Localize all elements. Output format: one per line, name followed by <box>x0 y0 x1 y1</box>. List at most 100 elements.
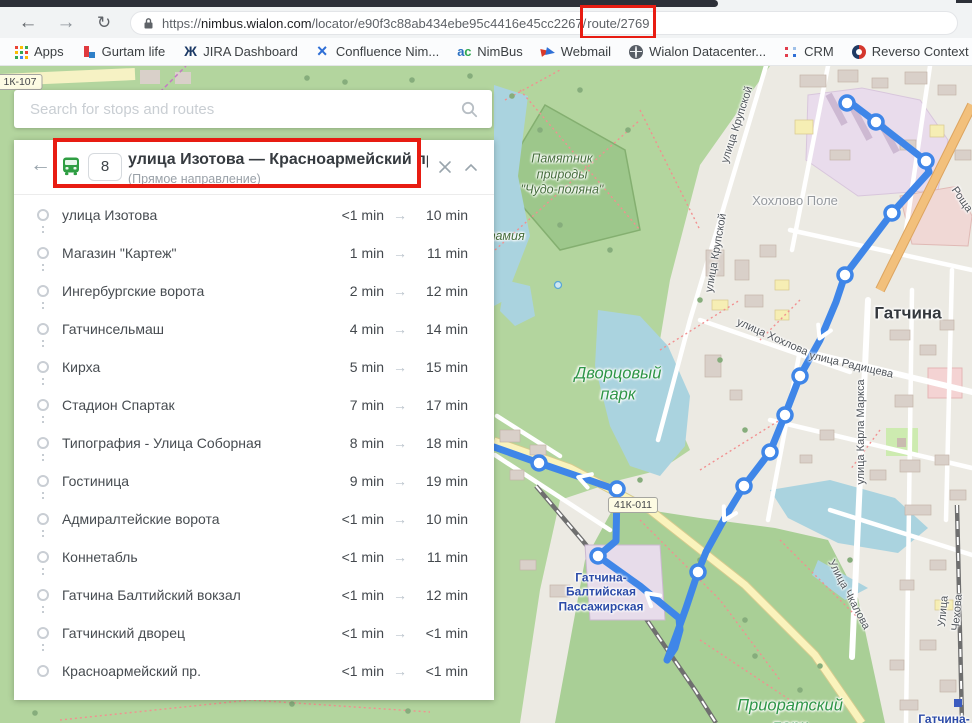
stop-row[interactable]: Коннетабль<1 min→11 min <box>14 538 494 576</box>
search-input[interactable] <box>30 101 461 118</box>
stop-row[interactable]: Адмиралтейские ворота<1 min→10 min <box>14 500 494 538</box>
stop-total-time: 19 min <box>416 473 468 489</box>
back-button[interactable]: ← <box>30 153 51 177</box>
route-stop-marker[interactable] <box>610 482 624 496</box>
transfer-arrow-icon: → <box>393 625 407 641</box>
transfer-arrow-icon: → <box>393 549 407 565</box>
stop-marker-icon <box>37 437 49 449</box>
stop-name: Стадион Спартак <box>62 397 326 413</box>
bookmark-globe[interactable]: Wialon Datacenter... <box>629 44 766 59</box>
route-polyline <box>494 100 929 660</box>
stop-row[interactable]: Гатчинсельмаш4 min→14 min <box>14 310 494 348</box>
stop-row[interactable]: Ингербургские ворота2 min→12 min <box>14 272 494 310</box>
route-stop-marker[interactable] <box>532 456 546 470</box>
bookmark-label: Confluence Nim... <box>336 44 439 59</box>
route-stop-marker[interactable] <box>737 479 751 493</box>
route-stop-marker[interactable] <box>793 369 807 383</box>
url-host: nimbus.wialon.com <box>201 16 312 31</box>
stop-marker-icon <box>37 285 49 297</box>
route-stop-marker[interactable] <box>838 268 852 282</box>
bookmark-gurtam[interactable]: Gurtam life <box>82 44 166 59</box>
reverso-icon <box>852 45 866 59</box>
stop-total-time: 11 min <box>416 549 468 565</box>
stop-marker-icon <box>37 589 49 601</box>
crm-icon <box>784 45 798 59</box>
stop-name: Типография - Улица Соборная <box>62 435 326 451</box>
bookmark-webmail[interactable]: Webmail <box>541 44 611 59</box>
stop-row[interactable]: Кирха5 min→15 min <box>14 348 494 386</box>
stop-eta: <1 min <box>326 663 384 679</box>
browser-back-button[interactable]: ← <box>14 9 42 37</box>
stop-row[interactable]: улица Изотова<1 min→10 min <box>14 196 494 234</box>
stop-row[interactable]: Красноармейский пр.<1 min→<1 min <box>14 652 494 690</box>
route-stop-marker[interactable] <box>763 445 777 459</box>
route-stop-marker[interactable] <box>885 206 899 220</box>
stop-row[interactable]: Гатчинский дворец<1 min→<1 min <box>14 614 494 652</box>
stop-eta: <1 min <box>326 207 384 223</box>
stop-row[interactable]: Магазин "Картеж"1 min→11 min <box>14 234 494 272</box>
route-number-badge: 8 <box>88 153 122 181</box>
stop-eta: 8 min <box>326 435 384 451</box>
route-stop-marker[interactable] <box>840 96 854 110</box>
bus-icon <box>60 155 82 177</box>
bookmark-apps-grid[interactable]: Apps <box>14 44 64 59</box>
stop-row[interactable]: Типография - Улица Соборная8 min → 18 min <box>14 424 494 462</box>
route-stop-marker[interactable] <box>919 154 933 168</box>
bookmark-confluence[interactable]: Confluence Nim... <box>316 44 439 59</box>
stop-total-time: 10 min <box>416 511 468 527</box>
chevron-up-icon[interactable] <box>464 163 478 172</box>
browser-forward-button[interactable]: → <box>52 9 80 37</box>
browser-reload-button[interactable]: ↻ <box>90 9 118 37</box>
stop-marker-icon <box>37 513 49 525</box>
close-icon[interactable] <box>438 160 452 174</box>
bookmark-crm[interactable]: CRM <box>784 44 834 59</box>
stop-name: улица Изотова <box>62 207 326 223</box>
lock-icon <box>143 17 154 30</box>
stop-name: Магазин "Картеж" <box>62 245 326 261</box>
bookmarks-bar: Apps Gurtam life JIRA Dashboard Confluence … <box>0 38 972 66</box>
stop-eta: <1 min <box>326 625 384 641</box>
url-text: https://nimbus.wialon.com/locator/e90f3c… <box>162 16 650 31</box>
url-scheme: https:// <box>162 16 201 31</box>
route-stop-marker[interactable] <box>869 115 883 129</box>
route-stop-marker[interactable] <box>691 565 705 579</box>
confluence-icon <box>316 45 330 59</box>
stop-row[interactable]: Стадион Спартак7 min→17 min <box>14 386 494 424</box>
route-panel: ← 8 улица Изотова — Красноармейский пр. … <box>14 140 494 700</box>
stop-eta: 7 min <box>326 397 384 413</box>
stop-total-time: 17 min <box>416 397 468 413</box>
stop-total-time: 14 min <box>416 321 468 337</box>
stop-total-time: 11 min <box>416 245 468 261</box>
nimbus-icon <box>457 45 471 59</box>
search-icon <box>461 101 478 118</box>
stop-row[interactable]: Гатчина Балтийский вокзал<1 min→12 min <box>14 576 494 614</box>
tab-strip-corner <box>956 0 972 3</box>
stop-eta: 2 min <box>326 283 384 299</box>
stop-marker-icon <box>37 665 49 677</box>
bookmark-label: NimBus <box>477 44 523 59</box>
stop-eta: <1 min <box>326 587 384 603</box>
stop-name: Кирха <box>62 359 326 375</box>
webmail-icon <box>541 45 555 59</box>
bookmark-label: JIRA Dashboard <box>203 44 298 59</box>
stop-name: Гатчина Балтийский вокзал <box>62 587 326 603</box>
route-header: ← 8 улица Изотова — Красноармейский пр. … <box>14 140 494 195</box>
stop-eta: 1 min <box>326 245 384 261</box>
stop-eta: 9 min <box>326 473 384 489</box>
bookmark-nimbus[interactable]: NimBus <box>457 44 523 59</box>
url-route-segment: route/2769 <box>586 16 650 31</box>
stop-row[interactable]: Гостиница9 min→19 min <box>14 462 494 500</box>
transfer-arrow-icon: → <box>393 587 407 603</box>
bookmark-label: Reverso Context |... <box>872 44 972 59</box>
bookmark-reverso[interactable]: Reverso Context |... <box>852 44 972 59</box>
bookmark-jira[interactable]: JIRA Dashboard <box>183 44 298 59</box>
route-stop-marker[interactable] <box>778 408 792 422</box>
route-stop-marker[interactable] <box>591 549 605 563</box>
tab-strip <box>0 0 972 8</box>
address-bar[interactable]: https://nimbus.wialon.com/locator/e90f3c… <box>130 11 958 35</box>
stop-eta: <1 min <box>326 511 384 527</box>
stop-eta: 4 min <box>326 321 384 337</box>
jira-icon <box>183 45 197 59</box>
transfer-arrow-icon: → <box>393 435 407 451</box>
stop-total-time: 18 min <box>416 435 468 451</box>
